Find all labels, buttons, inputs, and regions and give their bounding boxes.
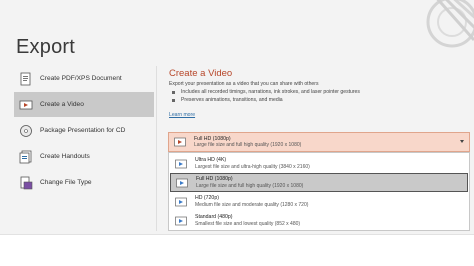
bullet-item: Includes all recorded timings, narration…	[172, 89, 360, 95]
sidebar-divider	[156, 66, 157, 231]
sidebar-item-label: Create a Video	[40, 101, 84, 108]
selected-option-subtitle: Large file size and full high quality (1…	[194, 142, 302, 149]
option-text: Ultra HD (4K) Largest file size and ultr…	[195, 157, 310, 170]
option-subtitle: Smallest file size and lowest quality (8…	[195, 220, 301, 227]
sidebar-item-package-cd[interactable]: Package Presentation for CD	[14, 118, 154, 143]
option-subtitle: Largest file size and ultra-high quality…	[195, 163, 310, 170]
file-type-icon	[18, 175, 34, 191]
learn-more-link[interactable]: Learn more	[169, 112, 195, 118]
video-quality-icon	[173, 136, 186, 149]
video-quality-icon	[174, 157, 187, 170]
bullet-text: Preserves animations, transitions, and m…	[181, 97, 283, 103]
video-quality-dropdown[interactable]: Full HD (1080p) Large file size and full…	[168, 132, 470, 152]
sidebar-item-change-file-type[interactable]: Change File Type	[14, 170, 154, 195]
pdf-document-icon	[18, 71, 34, 87]
option-full-hd-1080p[interactable]: Full HD (1080p) Large file size and full…	[170, 173, 468, 192]
sidebar-item-label: Package Presentation for CD	[40, 127, 126, 134]
option-subtitle: Large file size and full high quality (1…	[196, 182, 304, 189]
section-title: Create a Video	[169, 68, 233, 79]
video-quality-options-list: Ultra HD (4K) Largest file size and ultr…	[168, 152, 470, 231]
export-sidebar: Create PDF/XPS Document Create a Video P…	[14, 66, 154, 196]
sidebar-item-label: Create Handouts	[40, 153, 90, 160]
sidebar-item-create-video[interactable]: Create a Video	[14, 92, 154, 117]
dropdown-selected-text: Full HD (1080p) Large file size and full…	[194, 136, 301, 149]
sidebar-item-label: Create PDF/XPS Document	[40, 75, 122, 82]
option-subtitle: Medium file size and moderate quality (1…	[195, 201, 309, 208]
option-text: HD (720p) Medium file size and moderate …	[195, 195, 308, 208]
bullet-icon	[172, 90, 175, 94]
sidebar-item-create-pdf-xps[interactable]: Create PDF/XPS Document	[14, 66, 154, 91]
decorative-background-graphic	[394, 0, 474, 60]
sidebar-item-label: Change File Type	[40, 179, 92, 186]
video-quality-icon	[174, 195, 187, 208]
option-text: Full HD (1080p) Large file size and full…	[196, 176, 303, 189]
option-hd-720p[interactable]: HD (720p) Medium file size and moderate …	[170, 192, 468, 211]
cd-icon	[18, 123, 34, 139]
sidebar-item-create-handouts[interactable]: Create Handouts	[14, 144, 154, 169]
bullet-text: Includes all recorded timings, narration…	[181, 89, 360, 95]
handouts-icon	[18, 149, 34, 165]
chevron-down-icon[interactable]	[460, 140, 464, 143]
page-title: Export	[16, 36, 76, 58]
option-ultra-hd-4k[interactable]: Ultra HD (4K) Largest file size and ultr…	[170, 154, 468, 173]
bullet-icon	[172, 98, 175, 102]
video-icon	[18, 97, 34, 113]
video-quality-icon	[174, 214, 187, 227]
export-backstage: Export Create PDF/XPS Document Create a …	[0, 0, 474, 235]
section-description: Export your presentation as a video that…	[169, 81, 319, 87]
option-text: Standard (480p) Smallest file size and l…	[195, 214, 300, 227]
bullet-item: Preserves animations, transitions, and m…	[172, 97, 283, 103]
option-standard-480p[interactable]: Standard (480p) Smallest file size and l…	[170, 211, 468, 230]
video-quality-icon	[175, 176, 188, 189]
